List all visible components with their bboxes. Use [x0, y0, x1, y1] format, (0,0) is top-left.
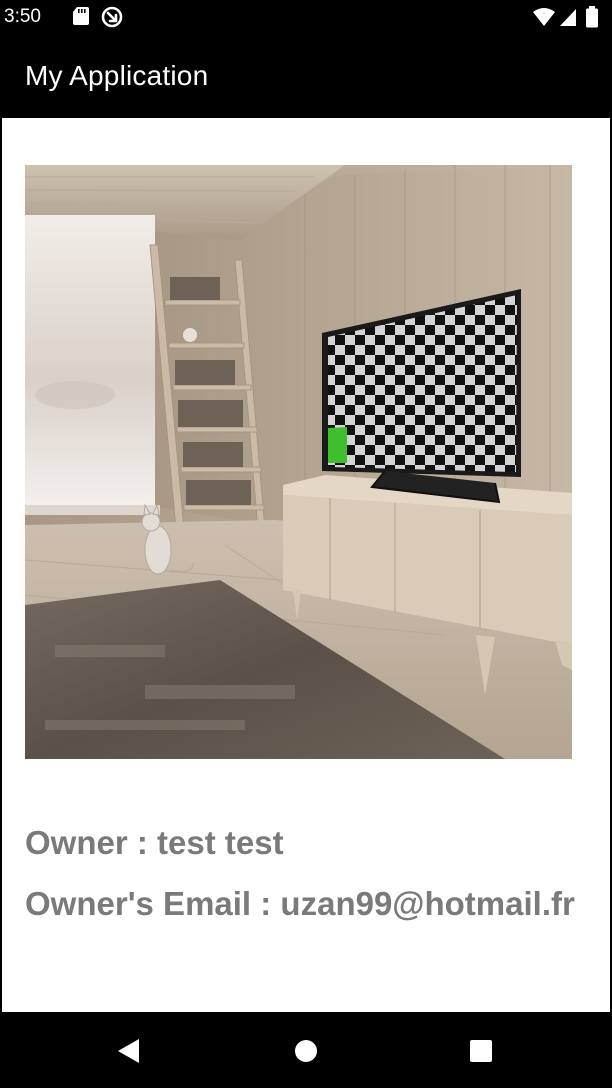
back-icon[interactable]: [111, 1034, 145, 1068]
cell-signal-icon: [560, 9, 576, 26]
living-room-photo: [25, 165, 572, 759]
status-time: 3:50: [4, 6, 41, 27]
main-content: Owner : test test Owner's Email : uzan99…: [0, 118, 612, 1012]
owner-text: Owner : test test: [25, 824, 284, 861]
app-bar: My Application: [0, 34, 612, 118]
wifi-icon: [533, 8, 555, 26]
sync-icon: [101, 6, 123, 28]
battery-icon: [586, 6, 598, 28]
app-title: My Application: [25, 60, 209, 91]
recents-icon[interactable]: [464, 1034, 498, 1068]
home-icon[interactable]: [289, 1034, 323, 1068]
sd-card-icon: [73, 7, 89, 25]
navigation-bar: [0, 1012, 612, 1088]
status-bar: 3:50: [0, 0, 612, 34]
owner-email-text: Owner's Email : uzan99@hotmail.fr: [25, 885, 575, 922]
